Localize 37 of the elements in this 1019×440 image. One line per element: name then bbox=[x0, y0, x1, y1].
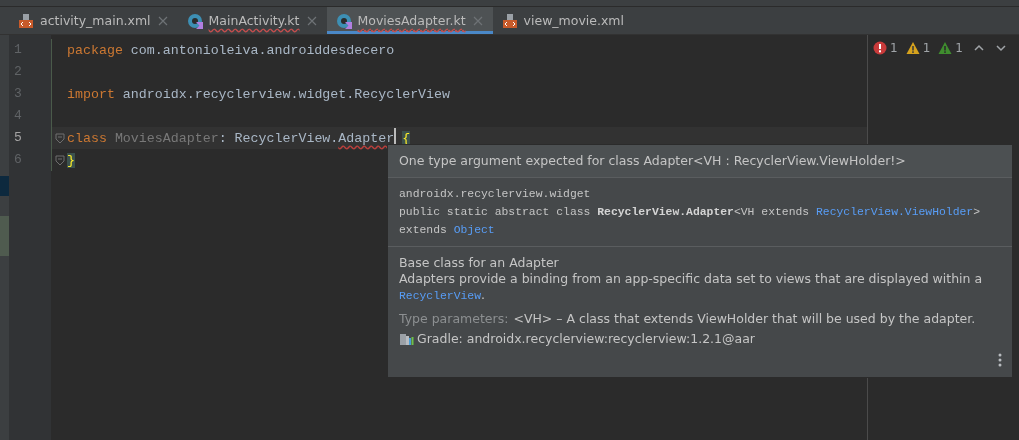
xml-file-icon bbox=[18, 12, 34, 29]
weak-warning-icon bbox=[938, 41, 953, 55]
doc-summary: Base class for an Adapter bbox=[399, 255, 560, 271]
problem-count: 1 bbox=[890, 41, 898, 55]
error-icon bbox=[873, 41, 888, 55]
library-icon bbox=[399, 332, 414, 346]
close-icon bbox=[156, 14, 169, 27]
fold-icon bbox=[54, 131, 65, 145]
line-number: 5 bbox=[13, 129, 22, 147]
fold-icon bbox=[54, 153, 65, 167]
selection-highlight bbox=[0, 176, 9, 196]
doc-description: Adapters provide a binding from an app-specific data set to views that are displayed within a RecyclerView. bbox=[399, 271, 984, 304]
more-options-icon[interactable] bbox=[998, 353, 1002, 367]
selection-highlight bbox=[0, 216, 9, 256]
library-source: Gradle: androidx.recyclerview:recyclerview:1.2.1@aar bbox=[417, 331, 755, 347]
error-message: One type argument expected for class Adapter<VH : RecyclerView.ViewHolder!> bbox=[399, 153, 906, 168]
parameter-description: <VH> – A class that extends ViewHolder that will be used by the adapter. bbox=[513, 311, 976, 327]
package-name: androidx.recyclerview.widget bbox=[399, 187, 592, 202]
kotlin-class-icon bbox=[335, 12, 352, 29]
declaration-line: extends Object bbox=[399, 223, 496, 238]
xml-file-icon bbox=[501, 12, 518, 29]
problem-count: 1 bbox=[922, 41, 931, 55]
warning-icon bbox=[905, 41, 920, 55]
file-tab[interactable]: activity_main.xml bbox=[9, 7, 178, 34]
file-tab[interactable]: MainActivity.kt bbox=[177, 7, 327, 34]
file-tab[interactable]: view_movie.xml bbox=[492, 7, 634, 34]
problem-count: 1 bbox=[955, 41, 963, 55]
code-line: import androidx.recyclerview.widget.RecyclerView bbox=[67, 86, 451, 102]
parameters-label: Type parameters: bbox=[399, 311, 509, 327]
kotlin-class-icon bbox=[186, 12, 203, 29]
link[interactable]: RecyclerView.ViewHolder bbox=[816, 206, 974, 218]
close-icon bbox=[471, 14, 484, 27]
link[interactable]: Object bbox=[453, 224, 495, 236]
close-icon bbox=[305, 14, 318, 27]
declaration-line: public static abstract class RecyclerView.Adapter<VH extends RecyclerView.ViewHolder> bbox=[399, 205, 982, 220]
code-line: package com.antonioleiva.androiddesdecero bbox=[67, 42, 395, 58]
file-tab[interactable]: MoviesAdapter.kt bbox=[326, 7, 493, 34]
